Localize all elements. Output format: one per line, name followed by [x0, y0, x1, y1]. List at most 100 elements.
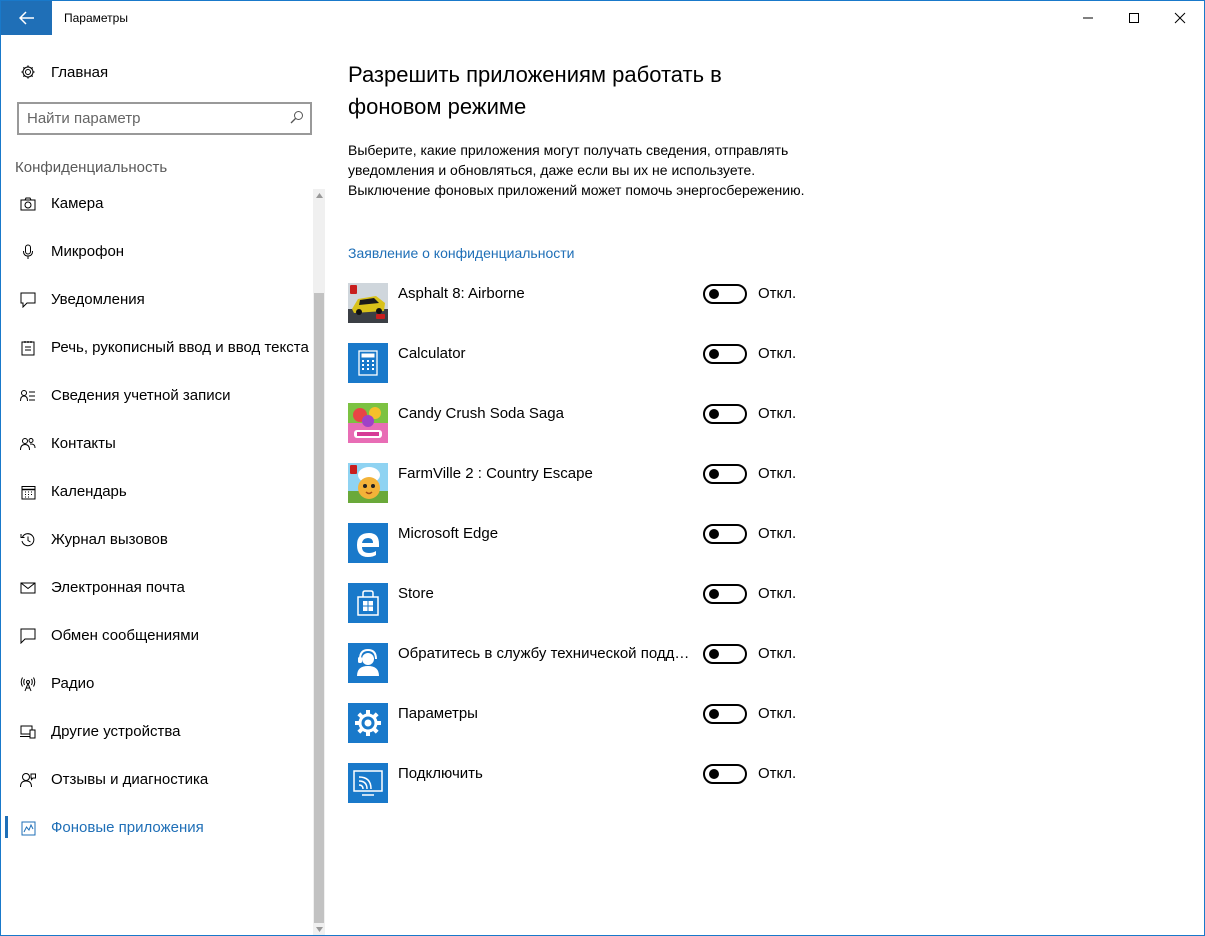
notification-icon — [19, 291, 37, 309]
app-toggle[interactable] — [703, 704, 747, 724]
feedback-icon — [19, 771, 37, 789]
toggle-state-label: Откл. — [758, 765, 797, 782]
call-history-icon — [19, 531, 37, 549]
sidebar-item-notifications[interactable]: Уведомления — [1, 276, 311, 324]
sidebar: Главная Конфиденциальность Камера Микроф… — [1, 36, 325, 935]
sidebar-item-email[interactable]: Электронная почта — [1, 564, 311, 612]
chevron-up-icon — [315, 192, 323, 198]
app-row-edge: Microsoft Edge Откл. — [348, 523, 848, 583]
candy-crush-icon — [348, 403, 388, 443]
app-toggle[interactable] — [703, 464, 747, 484]
chevron-down-icon — [315, 926, 323, 932]
back-arrow-icon — [18, 11, 34, 25]
sidebar-item-messaging[interactable]: Обмен сообщениями — [1, 612, 311, 660]
toggle-knob — [709, 289, 719, 299]
settings-icon — [348, 703, 388, 743]
close-icon — [1174, 12, 1186, 24]
app-name: Microsoft Edge — [398, 525, 499, 542]
app-toggle[interactable] — [703, 584, 747, 604]
page-title: Разрешить приложениям работать в фоновом… — [348, 62, 722, 119]
app-row-settings: Параметры Откл. — [348, 703, 848, 763]
app-toggle[interactable] — [703, 764, 747, 784]
app-toggle[interactable] — [703, 524, 747, 544]
background-apps-icon — [19, 819, 37, 837]
sidebar-item-call-history[interactable]: Журнал вызовов — [1, 516, 311, 564]
sidebar-item-label: Радио — [51, 675, 95, 692]
sidebar-item-label: Речь, рукописный ввод и ввод текста — [51, 339, 309, 356]
sidebar-item-camera[interactable]: Камера — [1, 180, 311, 228]
app-name: Параметры — [398, 705, 478, 722]
toggle-knob — [709, 649, 719, 659]
search-box[interactable] — [17, 102, 312, 135]
calendar-icon — [19, 483, 37, 501]
app-toggle[interactable] — [703, 284, 747, 304]
support-icon — [348, 643, 388, 683]
sidebar-item-contacts[interactable]: Контакты — [1, 420, 311, 468]
sidebar-item-label: Микрофон — [51, 243, 125, 260]
toggle-state-label: Откл. — [758, 645, 797, 662]
app-toggle[interactable] — [703, 344, 747, 364]
minimize-icon — [1083, 17, 1093, 19]
search-input[interactable] — [27, 109, 277, 127]
sidebar-item-label: Фоновые приложения — [51, 819, 204, 836]
sidebar-item-background-apps[interactable]: Фоновые приложения — [1, 804, 311, 852]
microphone-icon — [19, 243, 37, 261]
nav-home-label: Главная — [51, 63, 109, 81]
scroll-up-button[interactable] — [313, 189, 325, 201]
app-name: Обратитесь в службу технической подде... — [398, 645, 693, 662]
camera-icon — [19, 195, 37, 213]
sidebar-item-label: Камера — [51, 195, 104, 212]
sidebar-item-calendar[interactable]: Календарь — [1, 468, 311, 516]
sidebar-scrollbar[interactable] — [313, 189, 325, 935]
sidebar-item-label: Обмен сообщениями — [51, 627, 199, 644]
nav-list: Камера Микрофон Уведомления Речь, рукопи… — [1, 180, 311, 852]
minimize-button[interactable] — [1065, 1, 1111, 35]
page-description: Выберите, какие приложения могут получат… — [348, 142, 805, 198]
sidebar-item-microphone[interactable]: Микрофон — [1, 228, 311, 276]
close-button[interactable] — [1157, 1, 1203, 35]
farmville-icon — [348, 463, 388, 503]
sidebar-item-label: Журнал вызовов — [51, 531, 168, 548]
settings-window: Параметры Главная Конфиденциальность Кам — [0, 0, 1205, 936]
maximize-button[interactable] — [1111, 1, 1157, 35]
connect-icon — [348, 763, 388, 803]
sidebar-item-devices[interactable]: Другие устройства — [1, 708, 311, 756]
app-toggle[interactable] — [703, 404, 747, 424]
toggle-state-label: Откл. — [758, 465, 797, 482]
sidebar-item-feedback[interactable]: Отзывы и диагностика — [1, 756, 311, 804]
app-name: Asphalt 8: Airborne — [398, 285, 525, 302]
sidebar-item-label: Календарь — [51, 483, 127, 500]
privacy-statement-link[interactable]: Заявление о конфиденциальности — [348, 245, 574, 261]
scroll-thumb[interactable] — [314, 293, 324, 923]
sidebar-item-label: Другие устройства — [51, 723, 181, 740]
email-icon — [19, 579, 37, 597]
devices-icon — [19, 723, 37, 741]
toggle-knob — [709, 709, 719, 719]
app-row-store: Store Откл. — [348, 583, 848, 643]
app-name: Calculator — [398, 345, 466, 362]
sidebar-item-speech[interactable]: Речь, рукописный ввод и ввод текста — [1, 324, 311, 372]
app-toggle[interactable] — [703, 644, 747, 664]
back-button[interactable] — [1, 1, 52, 35]
toggle-state-label: Откл. — [758, 285, 797, 302]
nav-home[interactable]: Главная — [1, 56, 311, 88]
toggle-state-label: Откл. — [758, 525, 797, 542]
calculator-icon — [348, 343, 388, 383]
main-content: Разрешить приложениям работать в фоновом… — [325, 36, 1204, 935]
app-list: Asphalt 8: Airborne Откл. Calculator Отк… — [348, 283, 848, 823]
toggle-knob — [709, 409, 719, 419]
app-row-asphalt: Asphalt 8: Airborne Откл. — [348, 283, 848, 343]
title-bar: Параметры — [1, 1, 1204, 36]
scroll-down-button[interactable] — [313, 923, 325, 935]
sidebar-item-radio[interactable]: Радио — [1, 660, 311, 708]
toggle-knob — [709, 769, 719, 779]
app-name: Store — [398, 585, 434, 602]
sidebar-item-account-info[interactable]: Сведения учетной записи — [1, 372, 311, 420]
section-label: Конфиденциальность — [15, 159, 168, 176]
edge-icon — [348, 523, 388, 563]
toggle-state-label: Откл. — [758, 705, 797, 722]
account-info-icon — [19, 387, 37, 405]
sidebar-item-label: Контакты — [51, 435, 116, 452]
sidebar-item-label: Отзывы и диагностика — [51, 771, 209, 788]
sidebar-item-label: Электронная почта — [51, 579, 185, 596]
